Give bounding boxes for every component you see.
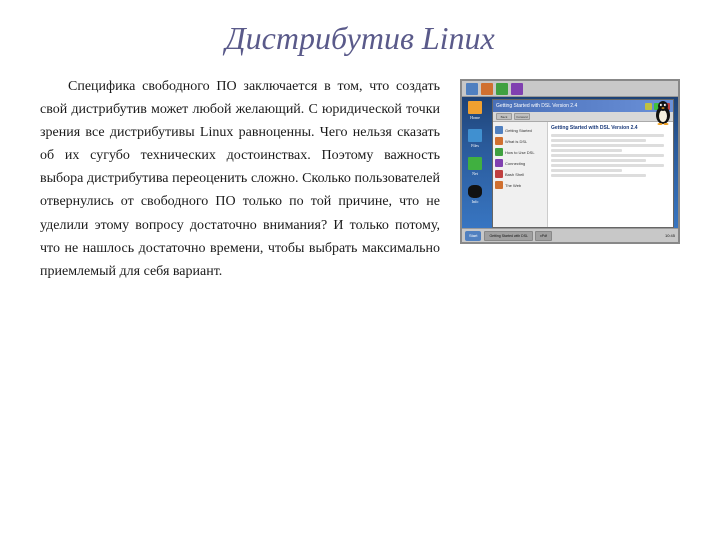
icon-label-1: Home <box>470 115 480 120</box>
window-titlebar: Getting Started with DSL Version 2.4 <box>493 100 673 112</box>
taskbar-icon-3 <box>496 83 508 95</box>
minimize-button[interactable] <box>645 103 652 110</box>
icon-image-3 <box>468 157 482 170</box>
content-line-7 <box>551 164 664 167</box>
content-lines <box>551 134 670 177</box>
icon-image-1 <box>468 101 482 114</box>
icon-image-4 <box>468 185 482 198</box>
page: Дистрибутив Linux Специфика свободного П… <box>0 0 720 540</box>
taskbar-app-2[interactable]: xPdf <box>535 231 552 241</box>
main-application-window: Getting Started with DSL Version 2.4 Bac… <box>492 99 674 228</box>
content-line-3 <box>551 144 664 147</box>
icon-label-3: Net <box>472 171 478 176</box>
content-line-2 <box>551 139 646 142</box>
body-paragraph: Специфика свободного ПО заключается в то… <box>40 75 440 283</box>
sidebar-row-6: The Web <box>495 181 545 189</box>
icon-image-2 <box>468 129 482 142</box>
window-sidebar: Getting Started What is DSL How to Use D… <box>493 122 548 227</box>
taskbar-bottom: Start Getting Started with DSL xPdf 10:4… <box>462 228 678 242</box>
back-button[interactable]: Back <box>496 113 512 120</box>
window-content: Getting Started What is DSL How to Use D… <box>493 122 673 227</box>
start-button[interactable]: Start <box>465 231 481 241</box>
sidebar-row-4: Connecting <box>495 159 545 167</box>
sidebar-icon-1 <box>495 126 503 134</box>
sidebar-icon-6 <box>495 181 503 189</box>
screenshot-container: Home Files Net Info <box>460 79 680 244</box>
sidebar-icon-5 <box>495 170 503 178</box>
content-line-1 <box>551 134 664 137</box>
content-line-9 <box>551 174 646 177</box>
page-title: Дистрибутив Linux <box>40 20 680 57</box>
sidebar-label-4: Connecting <box>505 161 525 166</box>
icon-label-2: Files <box>471 143 479 148</box>
taskbar-icon-4 <box>511 83 523 95</box>
content-heading: Getting Started with DSL Version 2.4 <box>551 125 670 131</box>
content-line-5 <box>551 154 664 157</box>
sidebar-row-2: What is DSL <box>495 137 545 145</box>
sidebar-label-3: How to Use DSL <box>505 150 535 155</box>
penguin-svg <box>654 101 672 125</box>
window-main-content: Getting Started with DSL Version 2.4 <box>548 122 673 227</box>
desktop-icon-3: Net <box>466 157 484 177</box>
sidebar-label-6: The Web <box>505 183 521 188</box>
desktop-background: Home Files Net Info <box>462 81 678 242</box>
sidebar-label-2: What is DSL <box>505 139 527 144</box>
taskbar-icon-1 <box>466 83 478 95</box>
taskbar-top <box>462 81 678 97</box>
content-line-6 <box>551 159 646 162</box>
desktop-screenshot: Home Files Net Info <box>460 79 680 244</box>
content-area: Специфика свободного ПО заключается в то… <box>40 75 680 283</box>
sidebar-icon-4 <box>495 159 503 167</box>
window-toolbar: Back Forward <box>493 112 673 122</box>
sidebar-icon-2 <box>495 137 503 145</box>
sidebar-label-5: Bash Shell <box>505 172 524 177</box>
desktop-icon-1: Home <box>466 101 484 121</box>
sidebar-icon-3 <box>495 148 503 156</box>
taskbar-time: 10:45 <box>665 233 675 238</box>
taskbar-app-1[interactable]: Getting Started with DSL <box>484 231 533 241</box>
sidebar-row-1: Getting Started <box>495 126 545 134</box>
sidebar-row-3: How to Use DSL <box>495 148 545 156</box>
desktop-icons: Home Files Net Info <box>466 101 484 205</box>
sidebar-label-1: Getting Started <box>505 128 532 133</box>
forward-button[interactable]: Forward <box>514 113 530 120</box>
taskbar-apps: Getting Started with DSL xPdf <box>484 231 662 241</box>
content-line-8 <box>551 169 622 172</box>
window-title-text: Getting Started with DSL Version 2.4 <box>496 103 577 109</box>
icon-label-4: Info <box>472 199 479 204</box>
content-line-4 <box>551 149 622 152</box>
desktop-icon-2: Files <box>466 129 484 149</box>
sidebar-row-5: Bash Shell <box>495 170 545 178</box>
desktop-icon-4: Info <box>466 185 484 205</box>
taskbar-icon-2 <box>481 83 493 95</box>
body-text-block: Специфика свободного ПО заключается в то… <box>40 75 440 283</box>
penguin-mascot <box>654 101 672 125</box>
